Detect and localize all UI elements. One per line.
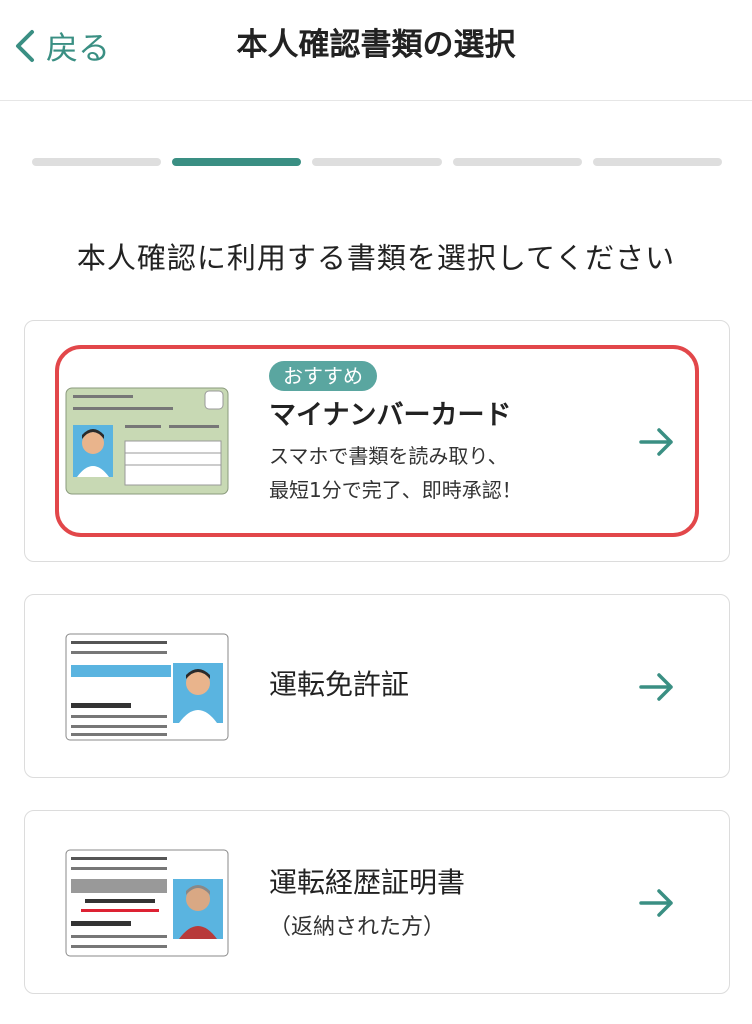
card-title: 運転経歴証明書: [269, 866, 466, 899]
progress-steps: [32, 158, 723, 166]
option-drivers-license[interactable]: 運転免許証: [24, 594, 730, 778]
option-my-number-card[interactable]: おすすめ マイナンバーカード スマホで書類を読み取り、 最短1分で完了、即時承認…: [24, 320, 730, 562]
arrow-right-icon: [639, 889, 673, 917]
card-subtitle: （返納された方）: [269, 915, 446, 940]
progress-step-5: [592, 158, 723, 166]
option-driving-history-certificate[interactable]: 運転経歴証明書 （返納された方）: [24, 810, 730, 994]
my-number-card-image: [65, 387, 229, 495]
drivers-license-image: [65, 633, 229, 741]
card-title: 運転免許証: [269, 668, 410, 701]
card-description-line-1: スマホで書類を読み取り、: [269, 444, 508, 468]
header: 戻る 本人確認書類の選択: [0, 0, 752, 101]
card-description-line-2: 最短1分で完了、即時承認！: [269, 478, 522, 502]
progress-step-4: [452, 158, 582, 166]
progress-step-3: [312, 158, 442, 166]
instruction-text: 本人確認に利用する書類を選択してください: [76, 241, 676, 275]
driving-history-certificate-image: [65, 849, 229, 957]
progress-step-1: [32, 158, 162, 166]
page-title: 本人確認書類の選択: [236, 27, 516, 63]
card-description: スマホで書類を読み取り、 最短1分で完了、即時承認！: [269, 439, 522, 507]
arrow-right-icon: [639, 428, 673, 456]
card-title: マイナンバーカード: [269, 400, 512, 431]
recommended-badge: おすすめ: [269, 361, 377, 391]
progress-step-2: [172, 158, 302, 166]
arrow-right-icon: [639, 673, 673, 701]
